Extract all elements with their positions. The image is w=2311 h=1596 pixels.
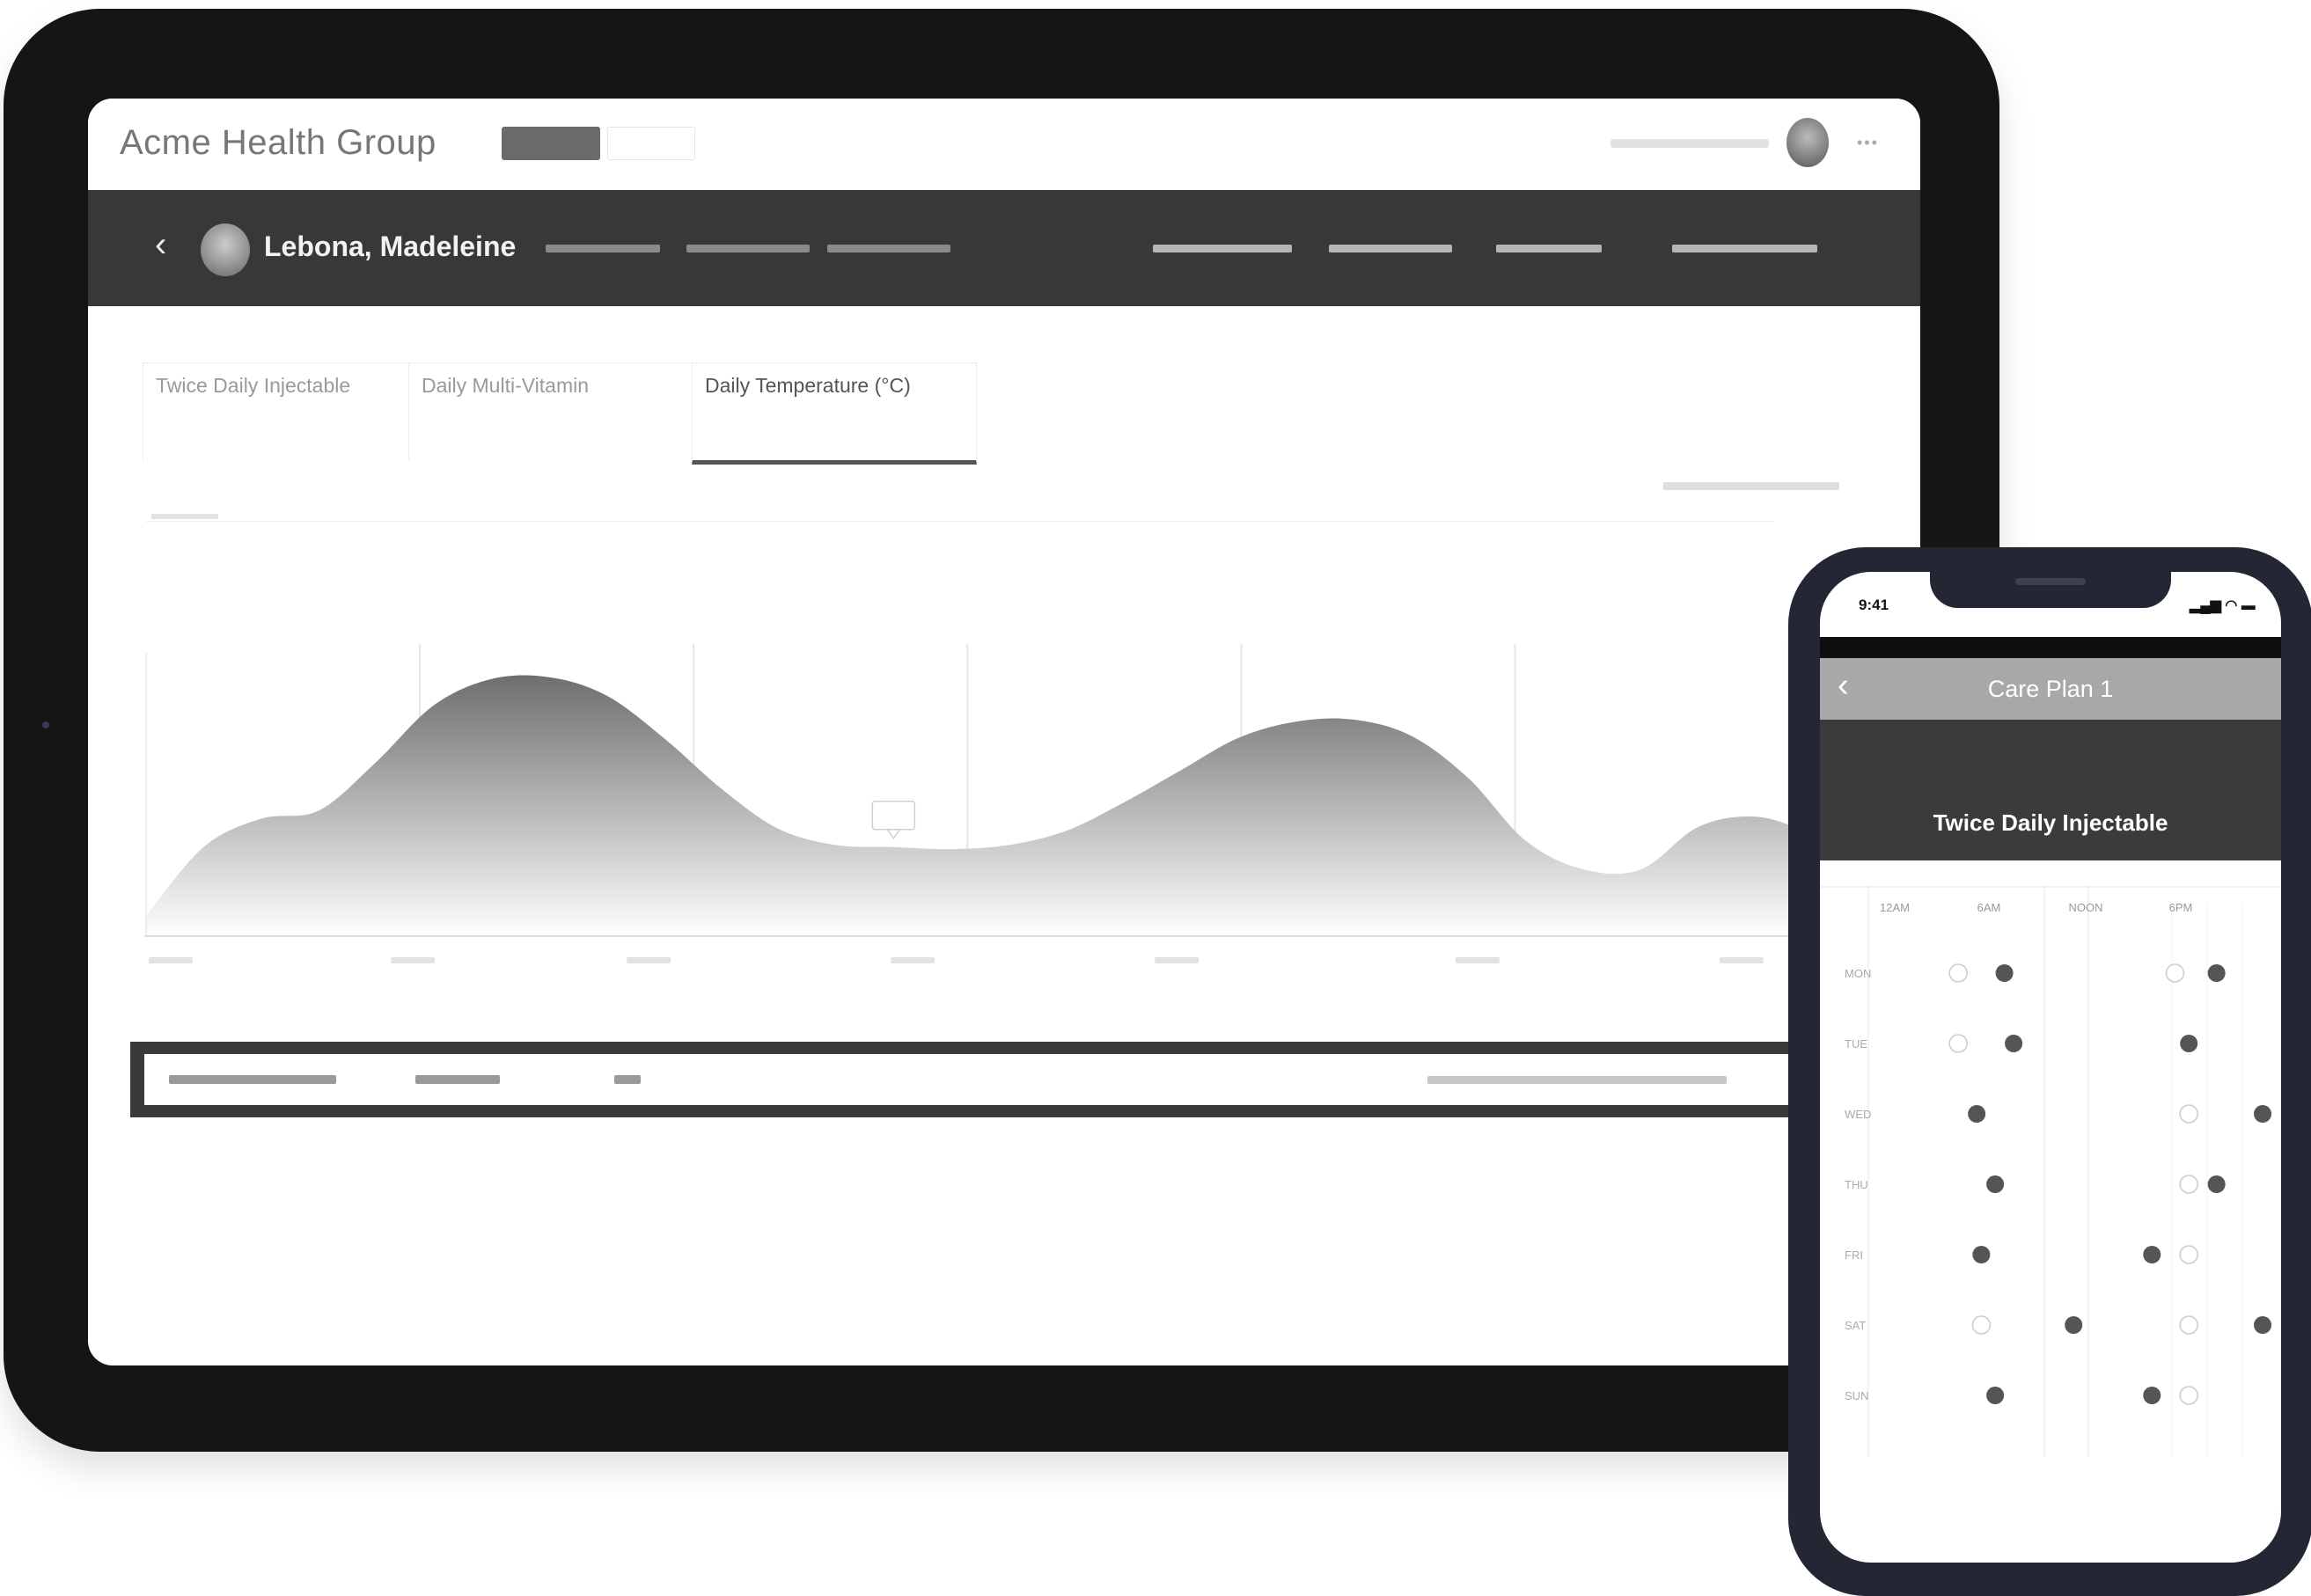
schedule-day-label: MON — [1845, 967, 1871, 980]
chart-tooltip — [871, 801, 916, 831]
date-range-underline — [151, 514, 218, 519]
nav-title: Care Plan 1 — [1987, 676, 2114, 702]
schedule-day-label: THU — [1845, 1178, 1868, 1191]
dose-pending-dot[interactable] — [1948, 963, 1968, 983]
back-icon[interactable]: ‹ — [155, 225, 166, 265]
patient-info-1 — [1153, 239, 1292, 257]
patient-link-2[interactable] — [686, 239, 810, 257]
header-tab-secondary[interactable] — [607, 127, 695, 160]
dose-taken-dot[interactable] — [1986, 1387, 2005, 1404]
x-tick-label — [1456, 957, 1500, 963]
care-plan-hero: Twice Daily Injectable — [1820, 720, 2281, 860]
user-avatar[interactable] — [1786, 118, 1829, 167]
dose-pending-dot[interactable] — [2179, 1245, 2198, 1264]
tab-title: Daily Temperature (°C) — [705, 374, 911, 397]
reading-row[interactable] — [130, 1042, 1920, 1117]
dose-taken-dot[interactable] — [1995, 964, 2014, 982]
schedule-column-label: 6AM — [1977, 901, 2001, 914]
x-tick-label — [627, 957, 671, 963]
dose-taken-dot[interactable] — [1968, 1105, 1986, 1123]
org-name: Acme Health Group — [120, 123, 437, 162]
x-tick-label — [891, 957, 935, 963]
patient-name: Lebona, Madeleine — [264, 231, 517, 262]
dose-pending-dot[interactable] — [2179, 1175, 2198, 1194]
reading-note — [1427, 1070, 1727, 1089]
dose-pending-dot[interactable] — [1948, 1034, 1968, 1053]
tablet-screen: Acme Health Group ••• ‹ Lebona, Madelein… — [88, 99, 1920, 1365]
temperature-area-chart — [144, 644, 1920, 963]
reading-value — [614, 1070, 641, 1089]
dose-pending-dot[interactable] — [2179, 1386, 2198, 1405]
patient-avatar — [201, 223, 250, 276]
phone-speaker — [2015, 578, 2086, 585]
schedule-column-label: 12AM — [1880, 901, 1910, 914]
tab-title: Daily Multi-Vitamin — [422, 374, 590, 397]
dose-pending-dot[interactable] — [2179, 1104, 2198, 1124]
schedule-column-label: 6PM — [2169, 901, 2193, 914]
dose-taken-dot[interactable] — [2254, 1316, 2272, 1334]
tab-twice-daily-injectable[interactable]: Twice Daily Injectable — [143, 362, 410, 460]
dose-taken-dot[interactable] — [2065, 1316, 2083, 1334]
temperature-area — [146, 675, 1871, 936]
dose-taken-dot[interactable] — [2180, 1035, 2198, 1052]
schedule-column-label: NOON — [2069, 901, 2103, 914]
dose-taken-dot[interactable] — [2254, 1105, 2272, 1123]
schedule-day-label: TUE — [1845, 1037, 1867, 1051]
user-name — [1610, 134, 1769, 152]
dose-taken-dot[interactable] — [1972, 1246, 1991, 1263]
tab-daily-multi-vitamin[interactable]: Daily Multi-Vitamin — [408, 362, 693, 460]
tablet-camera — [42, 721, 49, 728]
tab-daily-temperature[interactable]: Daily Temperature (°C) — [692, 362, 977, 465]
header-tab-primary[interactable] — [502, 127, 600, 160]
x-tick-label — [149, 957, 193, 963]
dose-taken-dot[interactable] — [1986, 1175, 2005, 1193]
schedule-day-label: FRI — [1845, 1248, 1863, 1262]
divider — [146, 521, 1774, 522]
dose-taken-dot[interactable] — [2143, 1387, 2161, 1404]
reading-row-content — [144, 1054, 1920, 1105]
schedule-day-label: SUN — [1845, 1389, 1868, 1402]
x-tick-label — [391, 957, 435, 963]
phone-clock: 9:41 — [1859, 597, 1889, 613]
phone-signal-icon: ▂▄▆ ◠ ▬ — [2190, 598, 2256, 613]
dose-taken-dot[interactable] — [2207, 1175, 2226, 1193]
dose-taken-dot[interactable] — [2207, 964, 2226, 982]
phone-nav-bar: ‹ Care Plan 1 — [1820, 658, 2281, 720]
patient-header: ‹ Lebona, Madeleine — [88, 190, 1920, 306]
care-plan-title: Twice Daily Injectable — [1933, 809, 2168, 836]
dose-taken-dot[interactable] — [2143, 1246, 2161, 1263]
dose-pending-dot[interactable] — [1971, 1315, 1992, 1335]
app-header: Acme Health Group ••• — [88, 99, 1920, 191]
chart-tooltip-pointer — [885, 829, 901, 840]
dose-pending-dot[interactable] — [2179, 1315, 2198, 1335]
patient-info-4[interactable] — [1672, 239, 1817, 257]
reading-date — [169, 1070, 336, 1089]
app-status-bar — [1820, 637, 2281, 658]
x-tick-label — [1155, 957, 1199, 963]
phone-notch — [1930, 566, 2171, 608]
dose-schedule-grid: 12AM 6AM NOON 6PM MON TUE WED THU FRI SAT SUN — [1820, 885, 2281, 1457]
dose-pending-dot[interactable] — [2165, 963, 2185, 983]
patient-info-3 — [1496, 239, 1602, 257]
schedule-day-label: SAT — [1845, 1319, 1866, 1332]
x-tick-label — [1720, 957, 1764, 963]
phone-screen: 9:41 ▂▄▆ ◠ ▬ ‹ Care Plan 1 Twice Daily I… — [1820, 572, 2281, 1563]
schedule-day-label: WED — [1845, 1108, 1871, 1121]
patient-info-2 — [1329, 239, 1452, 257]
patient-link-3[interactable] — [827, 239, 950, 257]
dose-taken-dot[interactable] — [2005, 1035, 2023, 1052]
patient-link-1[interactable] — [546, 239, 660, 257]
reading-day — [415, 1070, 500, 1089]
tab-title: Twice Daily Injectable — [156, 374, 351, 397]
more-menu-icon[interactable]: ••• — [1857, 134, 1879, 152]
chart-meta-text — [1663, 479, 1839, 494]
